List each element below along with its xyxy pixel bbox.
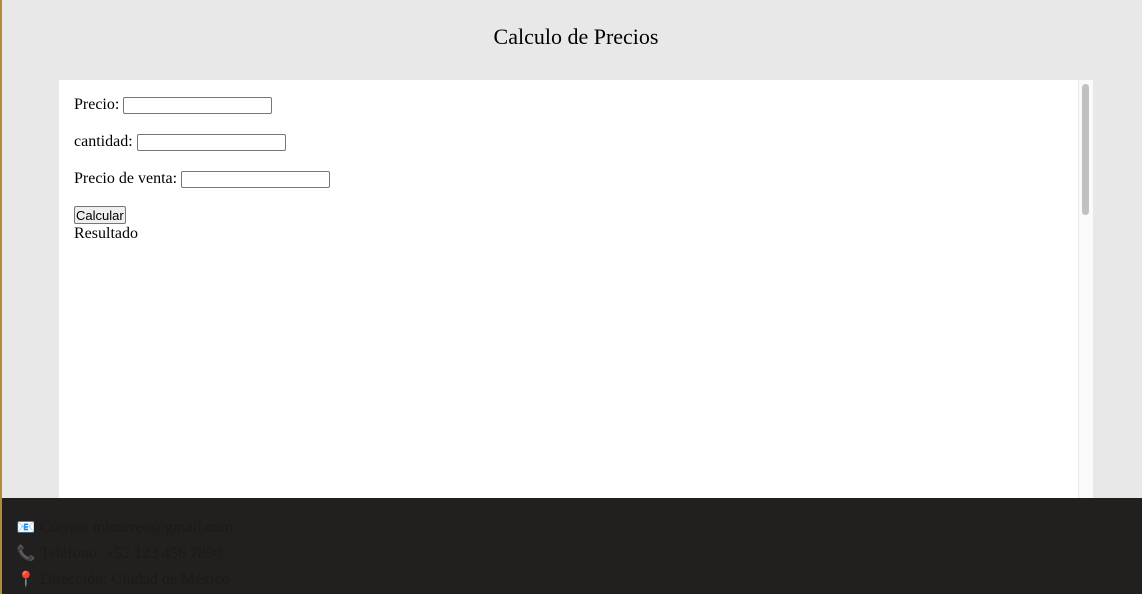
footer-address-text: Dirección: Ciudad de México <box>40 571 230 588</box>
scrollbar-thumb[interactable] <box>1082 84 1089 215</box>
calcular-button[interactable]: Calcular <box>74 206 126 224</box>
pin-icon: 📍 <box>16 572 36 588</box>
cantidad-input[interactable] <box>136 133 286 151</box>
precio-label: Precio: <box>74 96 120 113</box>
frame-scrollbar[interactable] <box>1078 80 1093 498</box>
envelope-icon: 📧 <box>16 520 36 536</box>
precio-input[interactable] <box>123 96 273 114</box>
result-text: Resultado <box>74 225 138 242</box>
precio-row: Precio: <box>74 95 330 115</box>
footer-phone: 📞 Teléfono: +52 123 456 7890 <box>16 544 222 563</box>
calculator-form: Precio: cantidad: Precio de venta: Calcu… <box>74 95 331 243</box>
precio-venta-label: Precio de venta: <box>74 170 178 187</box>
footer-phone-text: Teléfono: +52 123 456 7890 <box>40 545 223 562</box>
footer-address: 📍 Dirección: Ciudad de México <box>16 570 230 589</box>
calculator-frame: Precio: cantidad: Precio de venta: Calcu… <box>59 80 1093 498</box>
phone-icon: 📞 <box>16 546 36 562</box>
cantidad-label: cantidad: <box>74 133 133 150</box>
precio-venta-row: Precio de venta: <box>74 169 331 189</box>
footer: 📧 Correo: micorreo@gmail.com 📞 Teléfono: +… <box>2 498 1142 594</box>
precio-venta-input[interactable] <box>181 170 331 188</box>
cantidad-row: cantidad: <box>74 132 330 152</box>
footer-email-text: Correo: micorreo@gmail.com <box>40 519 234 536</box>
footer-email: 📧 Correo: micorreo@gmail.com <box>16 518 234 537</box>
page-title: Calculo de Precios <box>493 24 659 49</box>
